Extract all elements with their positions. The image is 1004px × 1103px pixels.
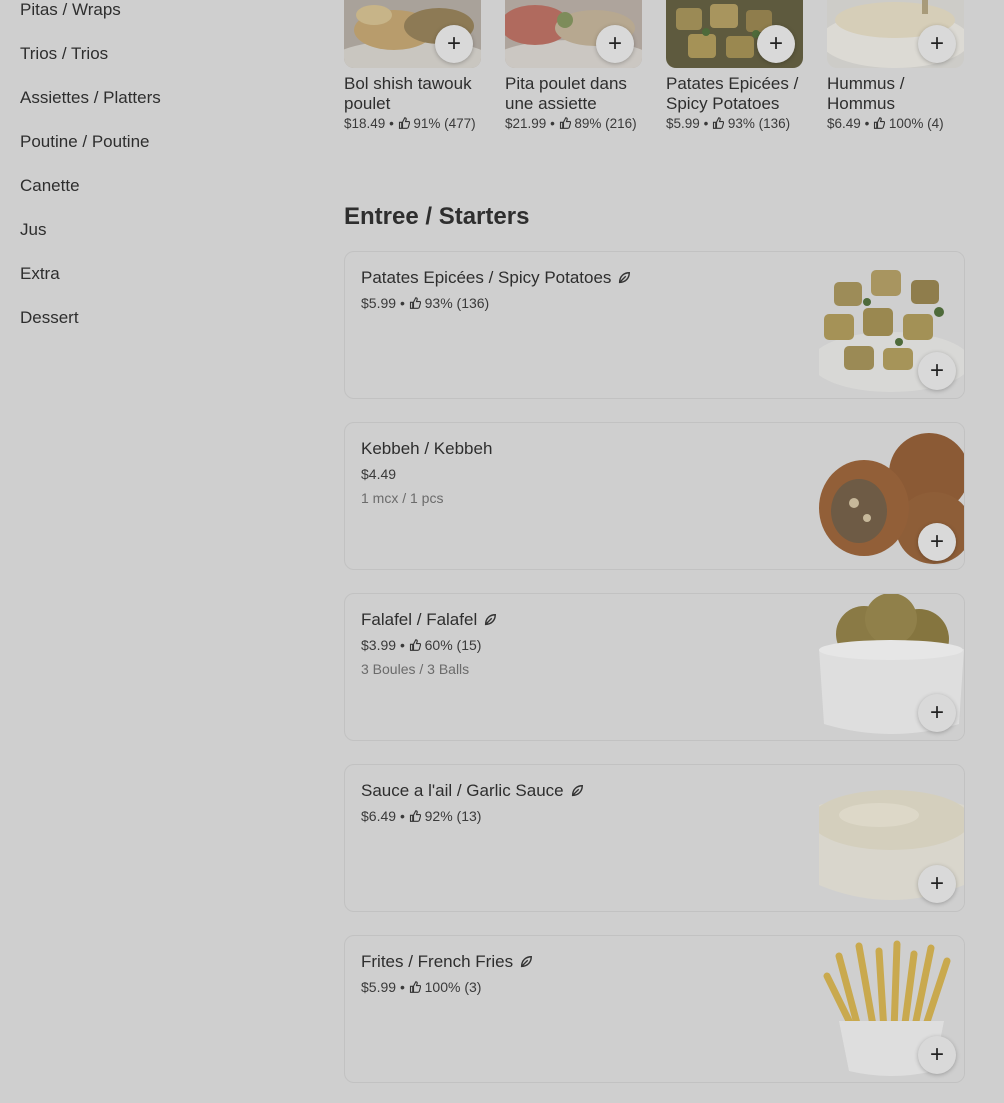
item-price: $4.49 [361, 466, 397, 482]
item-price: $5.99 [666, 116, 700, 131]
item-meta: $5.99 • 93% (136) [361, 295, 490, 311]
add-button[interactable]: + [918, 352, 956, 390]
item-name: Hummus / Hommus [827, 74, 905, 113]
thumbs-up-icon [409, 981, 421, 993]
add-button[interactable]: + [435, 25, 473, 63]
popular-item-card[interactable]: + Bol shish tawouk poulet $18.49 • 91% (… [344, 0, 482, 131]
thumbs-up-icon [398, 117, 410, 129]
item-rating: 92% (13) [424, 808, 482, 824]
add-button[interactable]: + [596, 25, 634, 63]
item-rating: 100% (4) [888, 116, 944, 131]
add-button[interactable]: + [918, 865, 956, 903]
food-image: + [827, 0, 964, 68]
item-description: 3 Boules / 3 Balls [361, 661, 470, 677]
item-meta: $3.99 • 60% (15) [361, 637, 482, 653]
item-name: Bol shish tawouk poulet [344, 74, 472, 113]
plus-icon: + [929, 30, 944, 57]
sidebar-item-canette[interactable]: Canette [20, 176, 80, 196]
item-rating: 60% (15) [424, 637, 482, 653]
popular-item-card[interactable]: + Patates Epicées / Spicy Potatoes $5.99… [666, 0, 804, 131]
item-rating: 91% (477) [413, 116, 476, 131]
item-name: Pita poulet dans une assiette [505, 74, 627, 113]
item-price: $18.49 [344, 116, 386, 131]
plus-icon: + [929, 357, 944, 384]
sidebar-item-pitas[interactable]: Pitas / Wraps [20, 0, 121, 20]
sidebar-item-poutine[interactable]: Poutine / Poutine [20, 132, 149, 152]
popular-item-card[interactable]: + Hummus / Hommus $6.49 • 100% (4) [827, 0, 965, 131]
plus-icon: + [768, 30, 783, 57]
item-meta: $18.49 • 91% (477) [344, 116, 476, 131]
item-price: $3.99 [361, 637, 397, 653]
thumbs-up-icon [559, 117, 571, 129]
menu-item-card[interactable]: Frites / French Fries $5.99 • 100% (3) + [344, 935, 965, 1083]
sidebar-item-platters[interactable]: Assiettes / Platters [20, 88, 161, 108]
item-meta: $6.49 • 92% (13) [361, 808, 482, 824]
thumbs-up-icon [409, 639, 421, 651]
food-image: + [666, 0, 803, 68]
item-name: Patates Epicées / Spicy Potatoes [666, 74, 799, 113]
plus-icon: + [929, 528, 944, 555]
item-meta: $5.99 • 93% (136) [666, 116, 791, 131]
sidebar-item-jus[interactable]: Jus [20, 220, 46, 240]
food-image: + [505, 0, 642, 68]
leaf-icon [485, 614, 497, 626]
item-meta: $4.49 [361, 466, 396, 482]
item-name: Patates Epicées / Spicy Potatoes [361, 268, 612, 287]
food-image: + [344, 0, 481, 68]
leaf-icon [619, 272, 631, 284]
plus-icon: + [446, 30, 461, 57]
thumbs-up-icon [409, 810, 421, 822]
sidebar-item-trios[interactable]: Trios / Trios [20, 44, 108, 64]
thumbs-up-icon [874, 117, 886, 129]
item-price: $21.99 [505, 116, 547, 131]
section-title: Entree / Starters [344, 203, 530, 230]
add-button[interactable]: + [918, 523, 956, 561]
item-name: Falafel / Falafel [361, 610, 478, 629]
menu-item-card[interactable]: Sauce a l'ail / Garlic Sauce $6.49 • 92%… [344, 764, 965, 912]
item-description: 1 mcx / 1 pcs [361, 490, 444, 506]
item-meta: $21.99 • 89% (216) [505, 116, 637, 131]
thumbs-up-icon [713, 117, 725, 129]
leaf-icon [571, 785, 583, 797]
plus-icon: + [929, 699, 944, 726]
menu-item-card[interactable]: Falafel / Falafel $3.99 • 60% (15) 3 Bou… [344, 593, 965, 741]
plus-icon: + [929, 1041, 944, 1068]
thumbs-up-icon [409, 297, 421, 309]
leaf-icon [521, 956, 533, 968]
item-rating: 100% (3) [424, 979, 482, 995]
item-name: Sauce a l'ail / Garlic Sauce [361, 781, 564, 800]
sidebar-item-dessert[interactable]: Dessert [20, 308, 79, 328]
item-meta: $5.99 • 100% (3) [361, 979, 482, 995]
item-rating: 93% (136) [424, 295, 490, 311]
item-rating: 93% (136) [727, 116, 791, 131]
item-price: $6.49 [827, 116, 861, 131]
item-rating: 89% (216) [574, 116, 637, 131]
item-name: Kebbeh / Kebbeh [361, 439, 493, 458]
item-price: $5.99 [361, 979, 397, 995]
menu-item-card[interactable]: Kebbeh / Kebbeh $4.49 1 mcx / 1 pcs + [344, 422, 965, 570]
sidebar-item-extra[interactable]: Extra [20, 264, 60, 284]
popular-item-card[interactable]: + Pita poulet dans une assiette $21.99 •… [505, 0, 643, 131]
add-button[interactable]: + [918, 1036, 956, 1074]
item-price: $5.99 [361, 295, 397, 311]
menu-item-card[interactable]: Patates Epicées / Spicy Potatoes $5.99 •… [344, 251, 965, 399]
item-name: Frites / French Fries [361, 952, 514, 971]
plus-icon: + [929, 870, 944, 897]
add-button[interactable]: + [757, 25, 795, 63]
add-button[interactable]: + [918, 694, 956, 732]
item-meta: $6.49 • 100% (4) [827, 116, 944, 131]
plus-icon: + [607, 30, 622, 57]
add-button[interactable]: + [918, 25, 956, 63]
item-price: $6.49 [361, 808, 397, 824]
